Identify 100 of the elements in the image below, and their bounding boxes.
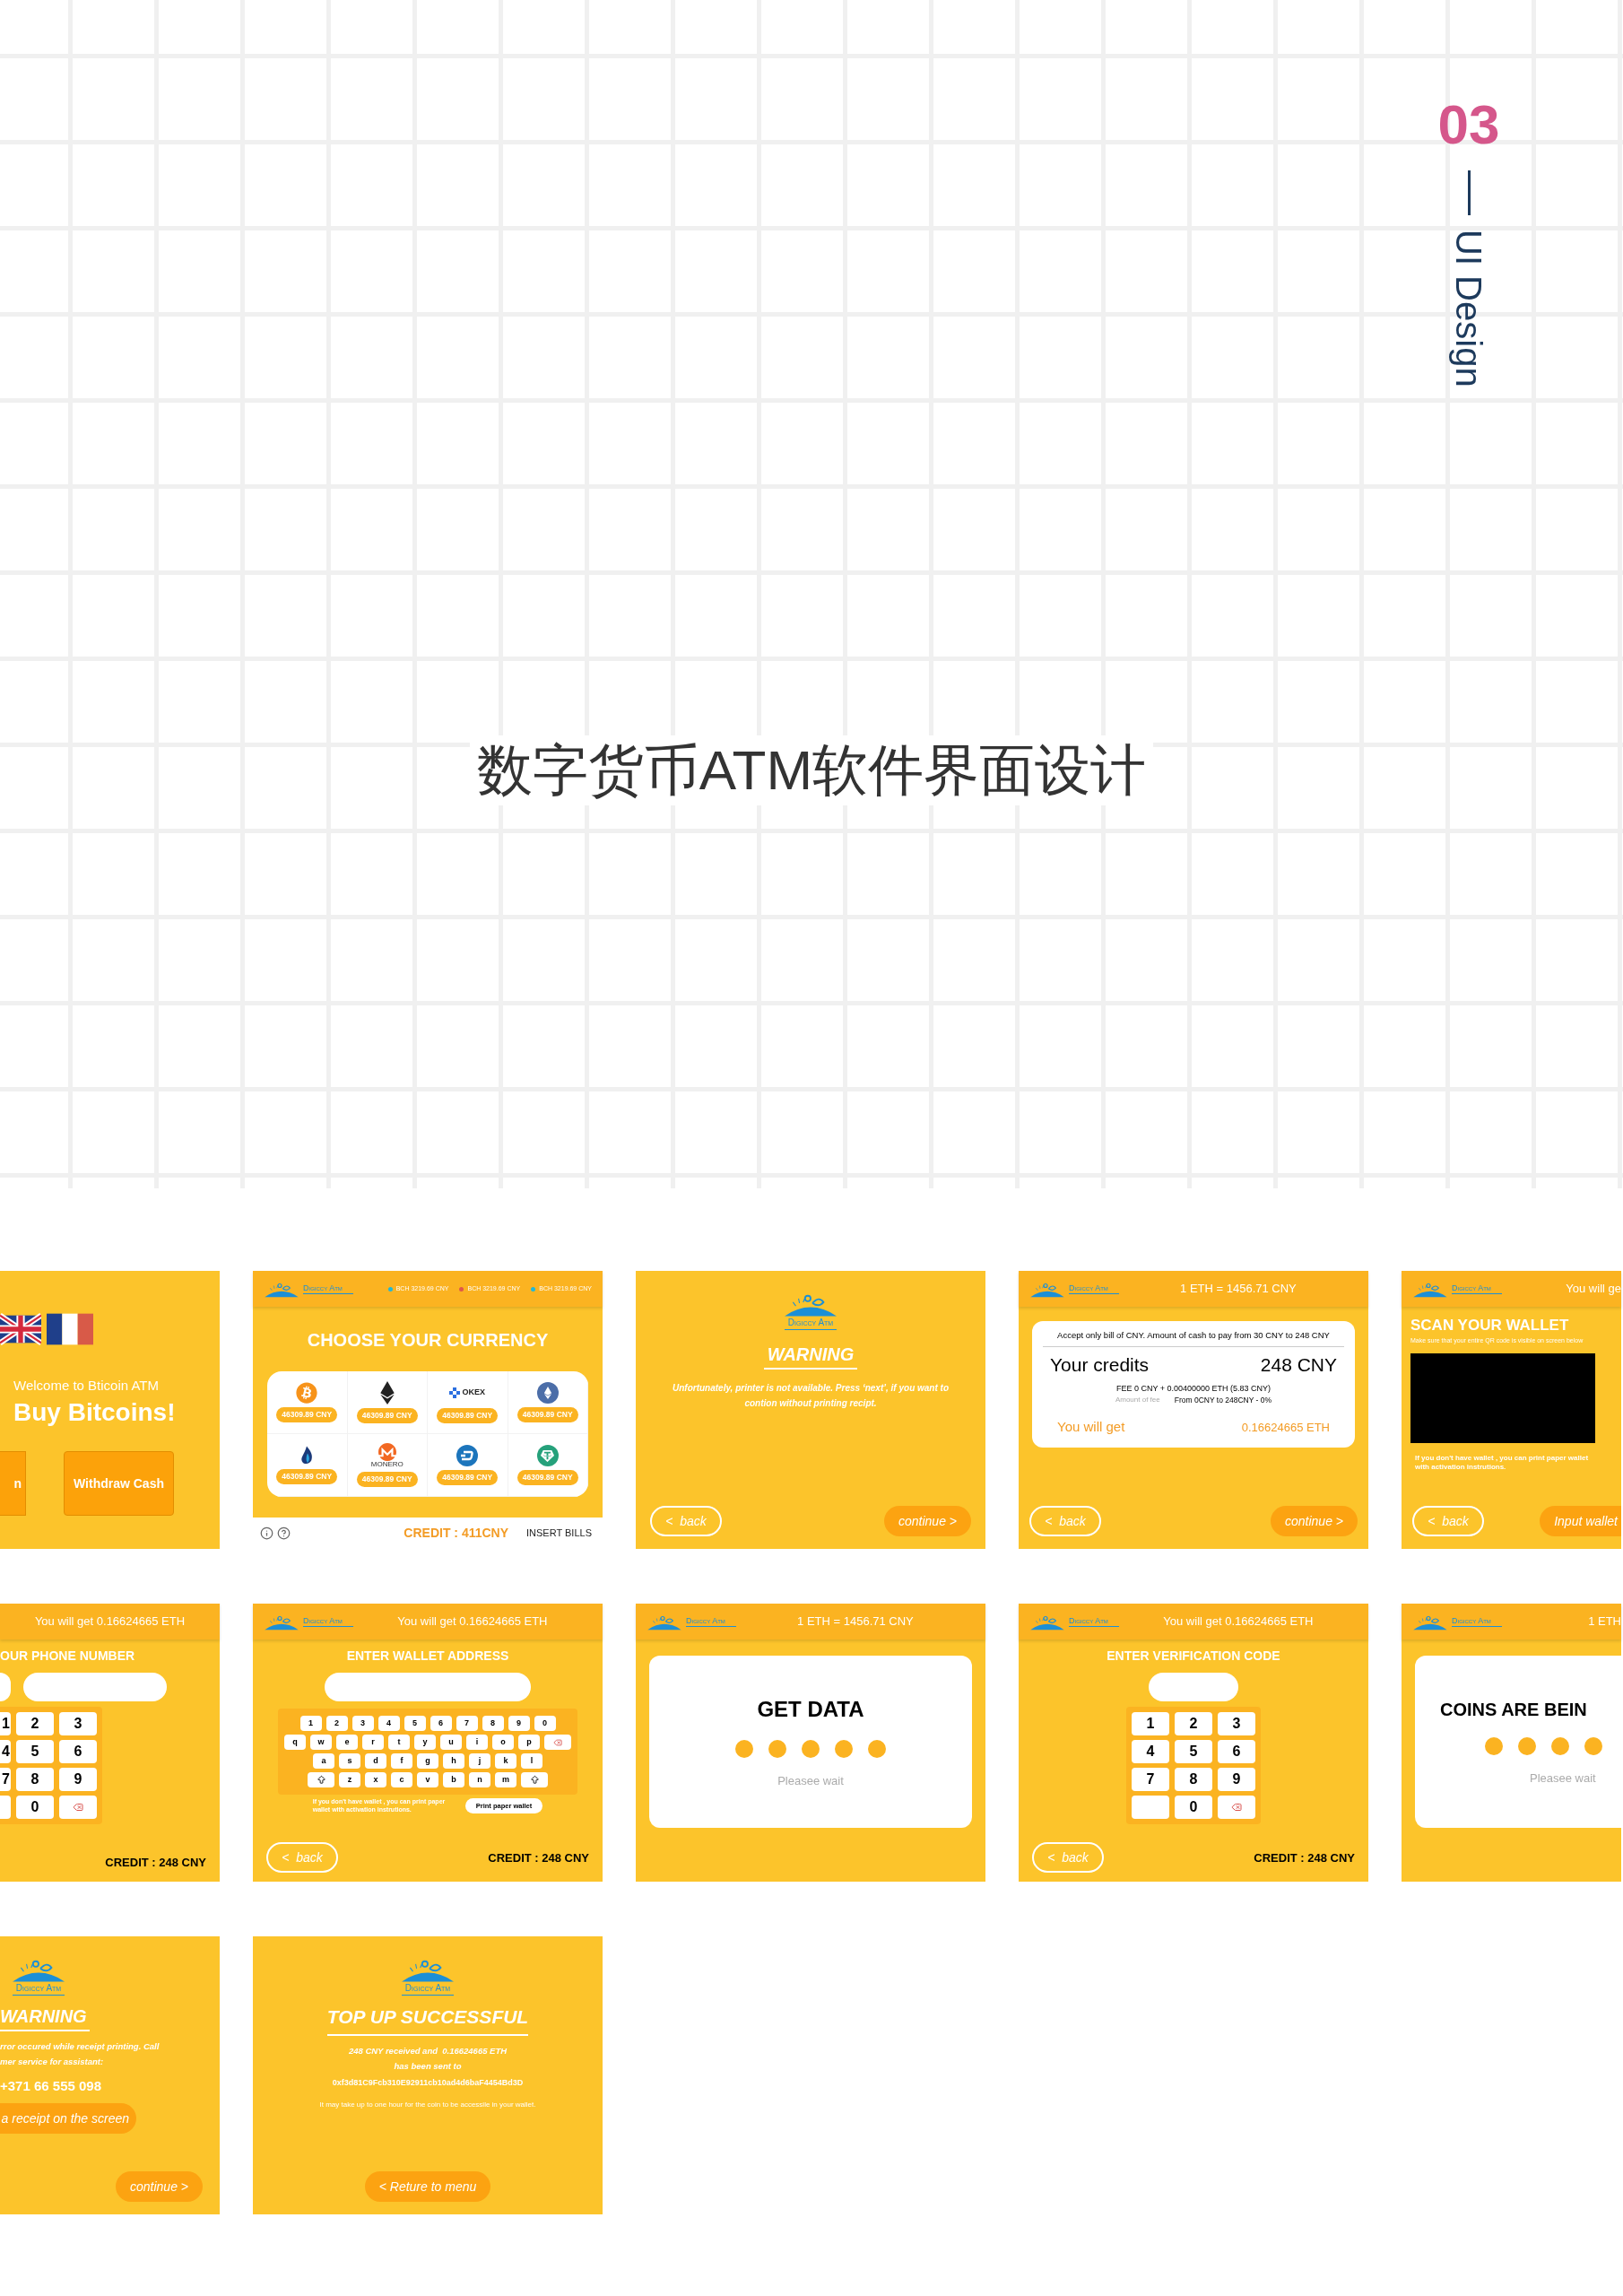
input-field[interactable] bbox=[325, 1673, 531, 1701]
keyboard-key[interactable]: a bbox=[313, 1753, 334, 1769]
keyboard-key[interactable]: n bbox=[469, 1772, 490, 1787]
keyboard-key[interactable]: 6 bbox=[430, 1716, 452, 1731]
keypad-key[interactable]: 5 bbox=[16, 1740, 54, 1763]
backspace-icon bbox=[1229, 1802, 1244, 1813]
keyboard-key[interactable]: g bbox=[417, 1753, 438, 1769]
keyboard-key[interactable]: m bbox=[495, 1772, 516, 1787]
keyboard-key[interactable]: k bbox=[495, 1753, 516, 1769]
shift-key[interactable] bbox=[521, 1772, 548, 1787]
credits-value: 248 CNY bbox=[1260, 1353, 1337, 1378]
keyboard-key[interactable]: q bbox=[284, 1735, 306, 1750]
keypad-key[interactable]: 3 bbox=[59, 1712, 97, 1735]
blocks-icon bbox=[449, 1387, 461, 1399]
warning-title: WARNING bbox=[0, 2002, 90, 2031]
keyboard-key[interactable]: t bbox=[388, 1735, 410, 1750]
keypad-key[interactable] bbox=[1132, 1796, 1169, 1819]
keyboard-key[interactable]: s bbox=[339, 1753, 360, 1769]
headline: Buy Bitcoins! bbox=[13, 1396, 177, 1428]
header-text: You will ge bbox=[1566, 1281, 1621, 1298]
keypad-key[interactable]: 1 bbox=[0, 1712, 11, 1735]
backspace-key[interactable] bbox=[544, 1735, 571, 1750]
input-field[interactable] bbox=[0, 1673, 11, 1701]
keyboard-key[interactable]: w bbox=[310, 1735, 332, 1750]
backspace-key[interactable] bbox=[59, 1796, 97, 1819]
keyboard-key[interactable]: y bbox=[414, 1735, 436, 1750]
keyboard-key[interactable]: o bbox=[492, 1735, 514, 1750]
header-text: 1 ETH bbox=[1588, 1613, 1621, 1631]
keyboard-key[interactable]: j bbox=[469, 1753, 490, 1769]
keypad-key[interactable]: 7 bbox=[1132, 1768, 1169, 1791]
backspace-key[interactable] bbox=[1218, 1796, 1255, 1819]
uk-flag-icon bbox=[0, 1313, 41, 1345]
keyboard-key[interactable]: 5 bbox=[404, 1716, 426, 1731]
keyboard-key[interactable]: 4 bbox=[378, 1716, 400, 1731]
backspace-icon bbox=[71, 1802, 85, 1813]
keyboard-key[interactable]: f bbox=[391, 1753, 412, 1769]
note-text: It may take up to one hour for the coin to be accessile in your wallet. bbox=[318, 2100, 537, 2109]
keypad-key[interactable]: 8 bbox=[1175, 1768, 1212, 1791]
keyboard-key[interactable]: 2 bbox=[325, 1716, 348, 1731]
keyboard-key[interactable]: d bbox=[365, 1753, 386, 1769]
screen-title: ENTER WALLET ADDRESS bbox=[345, 1648, 510, 1665]
help-icon[interactable] bbox=[277, 1526, 291, 1540]
keypad-key[interactable]: 4 bbox=[1132, 1740, 1169, 1763]
keyboard-key[interactable]: h bbox=[443, 1753, 464, 1769]
keyboard-key[interactable]: 9 bbox=[508, 1716, 530, 1731]
keyboard-key[interactable]: b bbox=[443, 1772, 464, 1787]
wallet-address: 0xf3d81C9Fcb310E92911cb10ad4d6baF4454Bd3D bbox=[332, 2077, 524, 2090]
success-message: 248 CNY received and 0.16624665 ETH bbox=[348, 2045, 508, 2057]
input-field[interactable] bbox=[1149, 1673, 1238, 1701]
logo-text: Digiccy Atm bbox=[1452, 1283, 1502, 1295]
shift-arrow-icon bbox=[316, 1775, 326, 1785]
success-title: TOP UP SUCCESSFUL bbox=[326, 2002, 529, 2036]
keypad-key[interactable]: 6 bbox=[1218, 1740, 1255, 1763]
keyboard-key[interactable]: i bbox=[466, 1735, 488, 1750]
screen-title: SCAN YOUR WALLET bbox=[1410, 1316, 1570, 1335]
keypad-key[interactable]: 6 bbox=[59, 1740, 97, 1763]
keyboard-key[interactable]: z bbox=[339, 1772, 360, 1787]
loading-title: COINS ARE BEIN bbox=[1440, 1699, 1587, 1722]
keypad-key[interactable]: 9 bbox=[59, 1768, 97, 1791]
keypad-key[interactable]: 0 bbox=[1175, 1796, 1212, 1819]
keypad-key[interactable]: 2 bbox=[1175, 1712, 1212, 1735]
keypad-key[interactable]: 8 bbox=[16, 1768, 54, 1791]
keypad-key[interactable]: 7 bbox=[0, 1768, 11, 1791]
keyboard-key[interactable]: l bbox=[521, 1753, 542, 1769]
keyboard-key[interactable]: u bbox=[440, 1735, 462, 1750]
warning-message: mer service for assistant: bbox=[0, 2055, 105, 2068]
keypad-key[interactable]: 1 bbox=[1132, 1712, 1169, 1735]
info-icon[interactable] bbox=[260, 1526, 273, 1540]
keypad-key[interactable]: 9 bbox=[1218, 1768, 1255, 1791]
fee-range: From 0CNY to 248CNY - 0% bbox=[1174, 1395, 1272, 1406]
keypad-key[interactable]: 0 bbox=[16, 1796, 54, 1819]
flame-icon bbox=[300, 1446, 314, 1466]
keyboard-key[interactable]: r bbox=[362, 1735, 384, 1750]
keyboard-key[interactable]: v bbox=[417, 1772, 438, 1787]
input-field[interactable] bbox=[23, 1673, 167, 1701]
ethereum-icon bbox=[378, 1381, 395, 1405]
logo-text: Digiccy Atm bbox=[303, 1615, 353, 1628]
keyboard-key[interactable]: 7 bbox=[456, 1716, 478, 1731]
keypad-key[interactable]: 3 bbox=[1218, 1712, 1255, 1735]
keyboard-key[interactable]: e bbox=[336, 1735, 358, 1750]
keyboard-key[interactable]: p bbox=[518, 1735, 540, 1750]
keyboard-key[interactable]: 8 bbox=[482, 1716, 504, 1731]
keypad-key[interactable] bbox=[0, 1796, 11, 1819]
keyboard-key[interactable]: 1 bbox=[299, 1716, 322, 1731]
shift-key[interactable] bbox=[308, 1772, 334, 1787]
screen-title: ENTER VERIFICATION CODE bbox=[1106, 1648, 1281, 1665]
keypad-key[interactable]: 4 bbox=[0, 1740, 11, 1763]
note-text: If you don't have wallet , you can print paper wallet with activation instrutions. bbox=[1414, 1454, 1590, 1473]
keyboard-key[interactable]: 3 bbox=[352, 1716, 374, 1731]
keyboard-key[interactable]: x bbox=[365, 1772, 386, 1787]
header-text: You will get 0.16624665 ETH bbox=[34, 1613, 186, 1631]
logo-text: Digiccy Atm bbox=[1069, 1283, 1119, 1295]
keyboard-key[interactable]: c bbox=[391, 1772, 412, 1787]
wait-text: Pleasee wait bbox=[777, 1773, 844, 1790]
keypad-key[interactable]: 2 bbox=[16, 1712, 54, 1735]
dash-coin-icon bbox=[456, 1445, 479, 1467]
fee-text: FEE 0 CNY + 0.00400000 ETH (5.83 CNY) bbox=[1115, 1382, 1272, 1395]
keyboard-key[interactable]: 0 bbox=[534, 1716, 556, 1731]
keypad-key[interactable]: 5 bbox=[1175, 1740, 1212, 1763]
header-text: 1 ETH = 1456.71 CNY bbox=[1180, 1281, 1297, 1298]
